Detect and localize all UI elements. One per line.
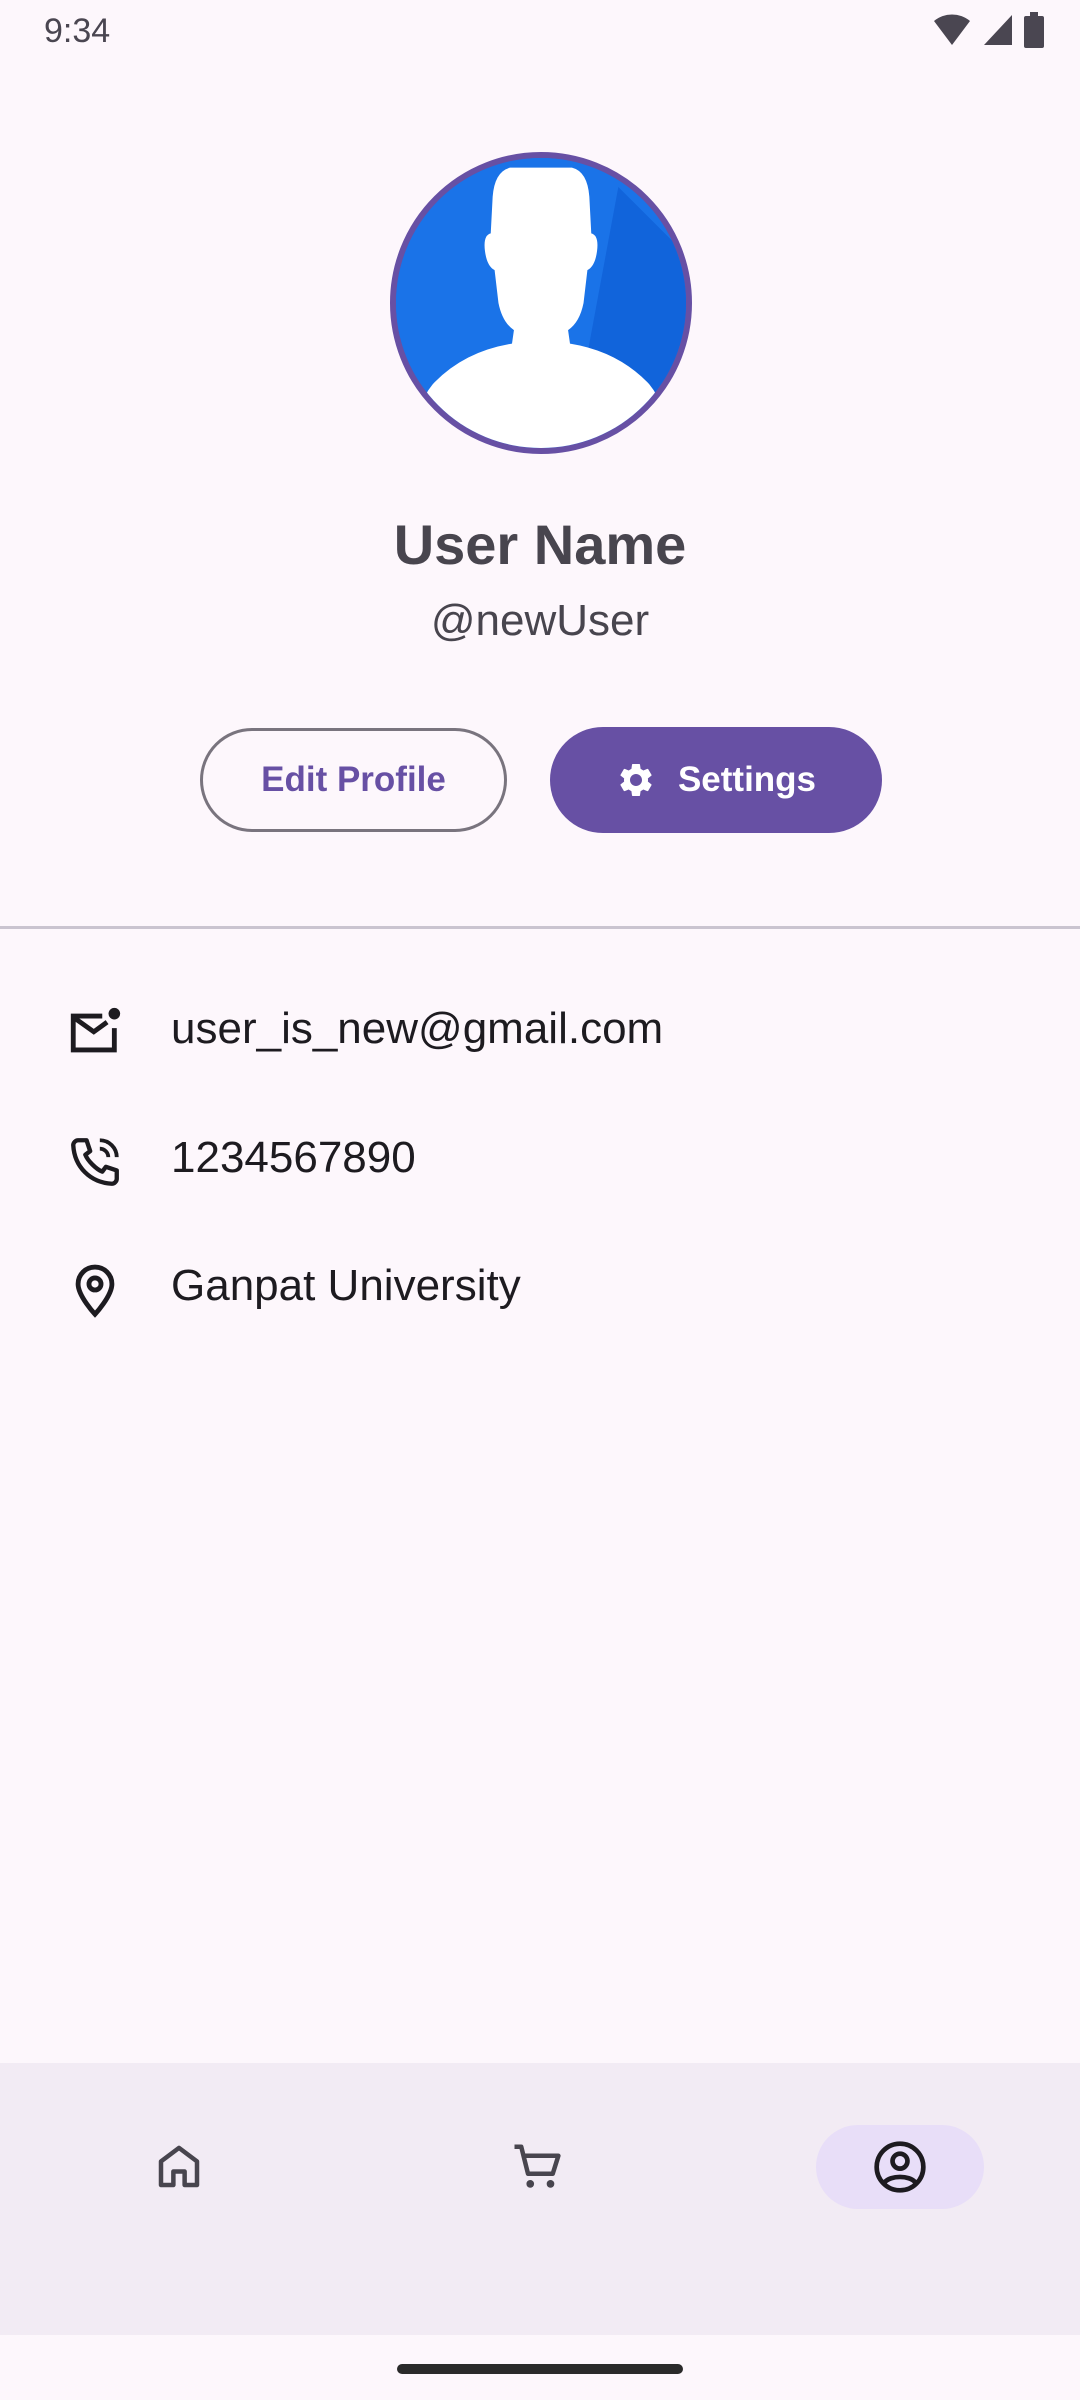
location-text: Ganpat University: [171, 1261, 521, 1310]
location-pin-icon: [66, 1261, 124, 1319]
bottom-navigation: [0, 2063, 1080, 2335]
status-bar: 9:34: [0, 0, 1080, 64]
wifi-icon: [932, 13, 972, 47]
email-text: user_is_new@gmail.com: [171, 1004, 664, 1053]
account-circle-icon: [872, 2139, 928, 2195]
user-handle: @newUser: [430, 596, 650, 645]
settings-label: Settings: [677, 760, 817, 799]
nav-account[interactable]: [816, 2125, 984, 2209]
avatar[interactable]: [390, 152, 692, 454]
gesture-handle[interactable]: [397, 2364, 683, 2374]
edit-profile-label: Edit Profile: [261, 760, 446, 799]
location-row[interactable]: Ganpat University: [0, 1235, 1080, 1335]
user-name: User Name: [393, 513, 687, 576]
edit-profile-button[interactable]: Edit Profile: [200, 728, 507, 832]
settings-button[interactable]: Settings: [550, 727, 882, 833]
email-row[interactable]: user_is_new@gmail.com: [0, 978, 1080, 1078]
home-icon: [152, 2140, 206, 2194]
status-time: 9:34: [44, 12, 111, 50]
phone-call-icon: [66, 1133, 124, 1191]
mail-unread-icon: [66, 1004, 124, 1062]
cart-icon: [510, 2140, 564, 2194]
status-icons: [932, 12, 1044, 48]
battery-icon: [1024, 12, 1044, 48]
profile-screen: 9:34 User Name @newUser Edit Profile Set…: [0, 0, 1080, 2400]
cell-signal-icon: [982, 13, 1014, 47]
phone-row[interactable]: 1234567890: [0, 1107, 1080, 1207]
person-silhouette-icon: [396, 158, 686, 448]
nav-home[interactable]: [95, 2125, 263, 2209]
nav-cart[interactable]: [453, 2125, 621, 2209]
divider: [0, 926, 1080, 929]
gear-icon: [616, 760, 656, 800]
phone-text: 1234567890: [171, 1133, 416, 1182]
